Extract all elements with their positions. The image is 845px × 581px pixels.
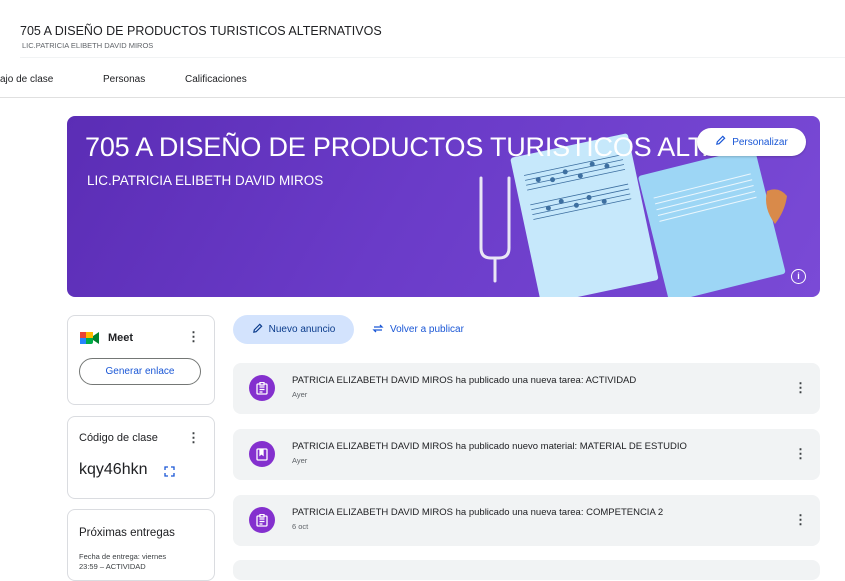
new-announcement-button[interactable]: Nuevo anuncio <box>233 315 354 344</box>
meet-title: Meet <box>108 332 134 344</box>
stream-post[interactable]: PATRICIA ELIZABETH DAVID MIROS ha public… <box>233 363 820 414</box>
upcoming-card: Próximas entregas Fecha de entrega: vier… <box>67 509 215 581</box>
post-date: 6 oct <box>292 522 309 531</box>
material-icon <box>249 441 275 467</box>
tab-classwork[interactable]: ajo de clase <box>0 74 53 85</box>
post-menu-icon[interactable]: ⋮ <box>794 513 807 526</box>
banner-subtitle: LIC.PATRICIA ELIBETH DAVID MIROS <box>87 173 324 188</box>
post-text: PATRICIA ELIZABETH DAVID MIROS ha public… <box>292 375 637 386</box>
upcoming-item[interactable]: 23:59 – ACTIVIDAD <box>79 562 146 571</box>
tab-people[interactable]: Personas <box>103 74 145 85</box>
post-menu-icon[interactable]: ⋮ <box>794 447 807 460</box>
generate-link-button[interactable]: Generar enlace <box>79 358 201 385</box>
post-menu-icon[interactable]: ⋮ <box>794 381 807 394</box>
class-code-title: Código de clase <box>79 432 158 444</box>
stream-post[interactable] <box>233 560 820 580</box>
customize-label: Personalizar <box>732 136 788 148</box>
customize-button[interactable]: Personalizar <box>697 128 806 156</box>
post-date: Ayer <box>292 390 308 399</box>
upcoming-due: Fecha de entrega: viernes <box>79 552 167 561</box>
post-date: Ayer <box>292 456 308 465</box>
teacher-name: LIC.PATRICIA ELIBETH DAVID MIROS <box>22 41 154 50</box>
banner-title: 705 A DISEÑO DE PRODUCTOS TURISTICOS ALT… <box>85 132 724 162</box>
republish-button[interactable]: Volver a publicar <box>372 315 464 344</box>
meet-menu-icon[interactable]: ⋮ <box>187 330 200 343</box>
assignment-icon <box>249 375 275 401</box>
upcoming-title: Próximas entregas <box>79 527 175 539</box>
post-text: PATRICIA ELIZABETH DAVID MIROS ha public… <box>292 441 687 452</box>
assignment-icon <box>249 507 275 533</box>
class-code-card: Código de clase ⋮ kqy46hkn <box>67 416 215 499</box>
repeat-icon <box>372 323 384 337</box>
class-banner: 705 A DISEÑO DE PRODUCTOS TURISTICOS ALT… <box>67 116 820 297</box>
tabs-divider <box>0 97 845 98</box>
post-text: PATRICIA ELIZABETH DAVID MIROS ha public… <box>292 507 664 518</box>
republish-label: Volver a publicar <box>390 324 464 335</box>
info-icon[interactable]: i <box>791 269 806 284</box>
pencil-icon <box>252 323 263 337</box>
stream-post[interactable]: PATRICIA ELIZABETH DAVID MIROS ha public… <box>233 495 820 546</box>
meet-card: Meet ⋮ Generar enlace <box>67 315 215 405</box>
pencil-icon <box>715 135 726 149</box>
class-code-menu-icon[interactable]: ⋮ <box>187 431 200 444</box>
class-code-value: kqy46hkn <box>79 461 148 478</box>
meet-icon <box>80 331 100 350</box>
stream-post[interactable]: PATRICIA ELIZABETH DAVID MIROS ha public… <box>233 429 820 480</box>
fullscreen-icon[interactable] <box>164 464 175 482</box>
header-divider <box>20 57 845 58</box>
new-announcement-label: Nuevo anuncio <box>268 324 336 335</box>
class-title: 705 A DISEÑO DE PRODUCTOS TURISTICOS ALT… <box>20 24 382 38</box>
tab-grades[interactable]: Calificaciones <box>185 74 247 85</box>
